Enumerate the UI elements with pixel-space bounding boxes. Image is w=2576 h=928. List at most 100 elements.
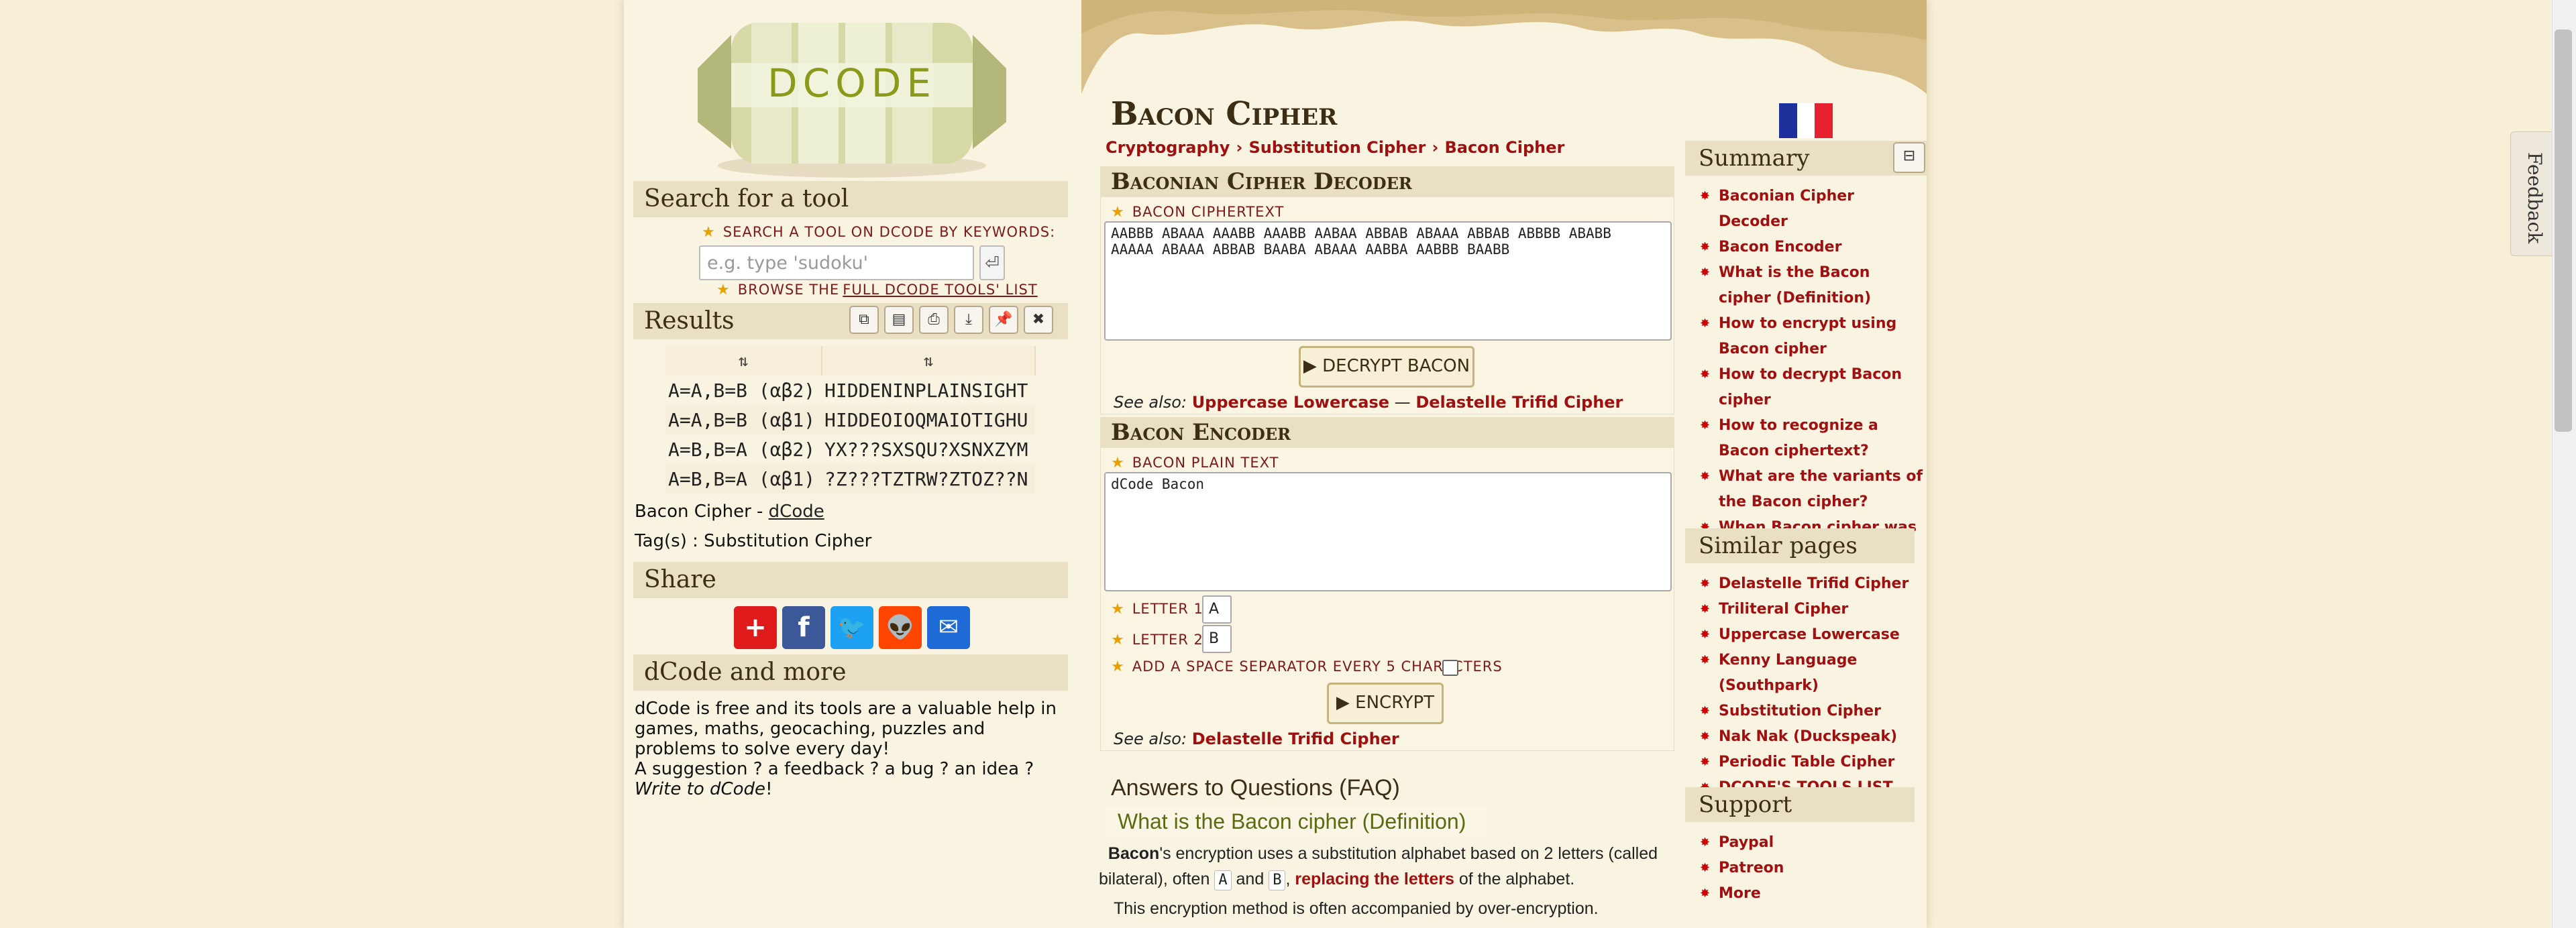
star-icon: ★: [1111, 204, 1124, 221]
sort-header-key[interactable]: ⇅: [665, 346, 822, 375]
result-value: HIDDEOIOQMAIOTIGHU: [822, 405, 1035, 434]
french-flag-icon[interactable]: [1779, 103, 1833, 138]
dcode-logo[interactable]: DCODE: [671, 8, 1033, 181]
summary-item[interactable]: How to encrypt using Bacon cipher: [1699, 311, 1927, 362]
footer-prefix: Bacon Cipher -: [635, 502, 769, 522]
save-icon[interactable]: ▤: [884, 306, 914, 334]
close-icon[interactable]: ✖: [1024, 306, 1053, 334]
support-more-link[interactable]: More: [1699, 881, 1927, 907]
similar-page-item[interactable]: Substitution Cipher: [1699, 699, 1927, 724]
table-row[interactable]: A=B,B=A (αβ2) YX???SXSQU?XSNXZYM: [665, 434, 1035, 464]
see-also-delastelle-trifid[interactable]: Delastelle Trifid Cipher: [1192, 730, 1399, 748]
search-keywords-label: SEARCH A TOOL ON DCODE BY KEYWORDS:: [722, 224, 1056, 240]
email-icon[interactable]: ✉: [927, 606, 970, 649]
sort-header-value[interactable]: ⇅: [822, 346, 1036, 375]
facebook-icon[interactable]: f: [782, 606, 825, 649]
separator-checkbox[interactable]: [1442, 660, 1458, 676]
see-also-separator: —: [1389, 393, 1416, 412]
faq-text: ,: [1285, 870, 1295, 888]
search-keywords-label-row: ★ SEARCH A TOOL ON DCODE BY KEYWORDS:: [702, 224, 1077, 241]
feedback-tab[interactable]: Feedback: [2510, 131, 2555, 256]
see-also-label: See also:: [1114, 393, 1187, 412]
print-icon[interactable]: ⎙: [919, 306, 949, 334]
support-heading: Support: [1685, 787, 1915, 822]
search-input[interactable]: e.g. type 'sudoku': [699, 245, 974, 280]
decoder-see-also: See also: Uppercase Lowercase — Delastel…: [1114, 393, 1670, 412]
breadcrumb-cryptography[interactable]: Cryptography: [1106, 138, 1230, 157]
breadcrumb-substitution-cipher[interactable]: Substitution Cipher: [1248, 138, 1426, 157]
similar-page-item[interactable]: Kenny Language (Southpark): [1699, 648, 1927, 699]
table-row[interactable]: A=A,B=B (αβ1) HIDDEOIOQMAIOTIGHU: [665, 405, 1035, 434]
encrypt-button[interactable]: ▶ ENCRYPT: [1327, 683, 1444, 724]
result-value: HIDDENINPLAINSIGHT: [824, 379, 1028, 402]
scrollbar-thumb[interactable]: [2555, 30, 2572, 432]
kbd-a: A: [1214, 870, 1232, 890]
letter1-label: LETTER 1: [1132, 601, 1203, 617]
faq-paragraph-2: This encryption method is often accompan…: [1114, 899, 1599, 918]
reddit-icon[interactable]: 👽: [879, 606, 922, 649]
see-also-uppercase-lowercase[interactable]: Uppercase Lowercase: [1192, 393, 1389, 412]
plaintext-textarea[interactable]: dCode Bacon: [1104, 472, 1672, 591]
similar-pages-heading: Similar pages: [1685, 528, 1915, 563]
write-to-dcode-link[interactable]: Write to dCode: [635, 779, 765, 799]
download-icon[interactable]: ⤓: [954, 306, 983, 334]
table-row[interactable]: A=A,B=B (αβ2) HIDDENINPLAINSIGHT: [665, 375, 1035, 405]
dcode-link[interactable]: dCode: [769, 502, 824, 522]
encoder-heading: Bacon Encoder: [1100, 417, 1674, 448]
similar-page-item[interactable]: Triliteral Cipher: [1699, 597, 1927, 622]
similar-page-item[interactable]: Periodic Table Cipher: [1699, 750, 1927, 775]
support-patreon-link[interactable]: Patreon: [1699, 856, 1927, 881]
star-icon: ★: [1111, 658, 1124, 675]
summary-item[interactable]: What are the variants of the Bacon ciphe…: [1699, 464, 1927, 515]
ciphertext-textarea[interactable]: AABBB ABAAA AAABB AAABB AABAA ABBAB ABAA…: [1104, 221, 1672, 341]
twitter-icon[interactable]: 🐦: [830, 606, 873, 649]
breadcrumb-bacon-cipher[interactable]: Bacon Cipher: [1444, 138, 1564, 157]
support-paypal-link[interactable]: Paypal: [1699, 830, 1927, 856]
summary-item[interactable]: What is the Bacon cipher (Definition): [1699, 260, 1927, 311]
more-text: dCode is free and its tools are a valuab…: [635, 699, 1057, 799]
star-icon: ★: [1111, 632, 1124, 648]
share-plus-icon[interactable]: +: [734, 606, 777, 649]
result-key: A=A,B=B (αβ2): [668, 379, 816, 402]
decrypt-bacon-button[interactable]: ▶ DECRYPT BACON: [1299, 346, 1474, 388]
see-also-delastelle-trifid[interactable]: Delastelle Trifid Cipher: [1415, 393, 1623, 412]
result-key: A=B,B=A (αβ2): [668, 438, 816, 461]
breadcrumb-separator: ›: [1432, 138, 1439, 157]
ciphertext-label-row: ★ BACON CIPHERTEXT: [1111, 204, 1513, 221]
table-row[interactable]: A=B,B=A (αβ1) ?Z???TZTRW?ZTOZ??N: [665, 464, 1035, 494]
browse-row: ★ BROWSE THE FULL DCODE TOOLS' LIST: [716, 282, 1065, 298]
search-submit-button[interactable]: ⏎: [979, 245, 1005, 280]
summary-item[interactable]: Bacon Encoder: [1699, 235, 1927, 260]
logo-text: DCODE: [767, 60, 936, 106]
similar-page-item[interactable]: Uppercase Lowercase: [1699, 622, 1927, 648]
similar-page-item[interactable]: Delastelle Trifid Cipher: [1699, 571, 1927, 597]
similar-page-item[interactable]: Nak Nak (Duckspeak): [1699, 724, 1927, 750]
tags-text: Tag(s) : Substitution Cipher: [635, 531, 872, 551]
result-value: ?Z???TZTRW?ZTOZ??N: [822, 464, 1035, 494]
summary-item[interactable]: Baconian Cipher Decoder: [1699, 184, 1927, 235]
collapse-icon[interactable]: ⊟: [1893, 142, 1925, 173]
faq-bold-bacon: Bacon: [1108, 844, 1160, 863]
letter1-input[interactable]: A: [1202, 595, 1232, 624]
pin-icon[interactable]: 📌: [989, 306, 1018, 334]
full-tools-list-link[interactable]: FULL DCODE TOOLS' LIST: [843, 282, 1037, 298]
copy-icon[interactable]: ⧉: [849, 306, 879, 334]
separator-row: ★ ADD A SPACE SEPARATOR EVERY 5 CHARACTER…: [1111, 658, 1674, 675]
letter2-label: LETTER 2: [1132, 632, 1203, 648]
result-value: YX???SXSQU?XSNXZYM: [824, 438, 1028, 461]
star-icon: ★: [716, 282, 730, 298]
summary-item[interactable]: How to recognize a Bacon ciphertext?: [1699, 413, 1927, 464]
see-also-label: See also:: [1114, 730, 1187, 748]
result-key: A=A,B=B (αβ1): [665, 405, 822, 434]
letter2-input[interactable]: B: [1202, 625, 1232, 653]
enter-icon: ⏎: [985, 253, 1000, 274]
parchment-banner: [1081, 0, 1927, 94]
replacing-letters-link[interactable]: replacing the letters: [1295, 870, 1454, 888]
star-icon: ★: [1111, 601, 1124, 618]
encoder-see-also: See also: Delastelle Trifid Cipher: [1114, 730, 1670, 748]
summary-item[interactable]: How to decrypt Bacon cipher: [1699, 362, 1927, 413]
kbd-b: B: [1269, 870, 1286, 890]
results-footer: Bacon Cipher - dCode: [635, 502, 1064, 522]
faq-answer-paragraph: Bacon's encryption uses a substitution a…: [1099, 841, 1674, 892]
more-heading: dCode and more: [633, 654, 1068, 691]
